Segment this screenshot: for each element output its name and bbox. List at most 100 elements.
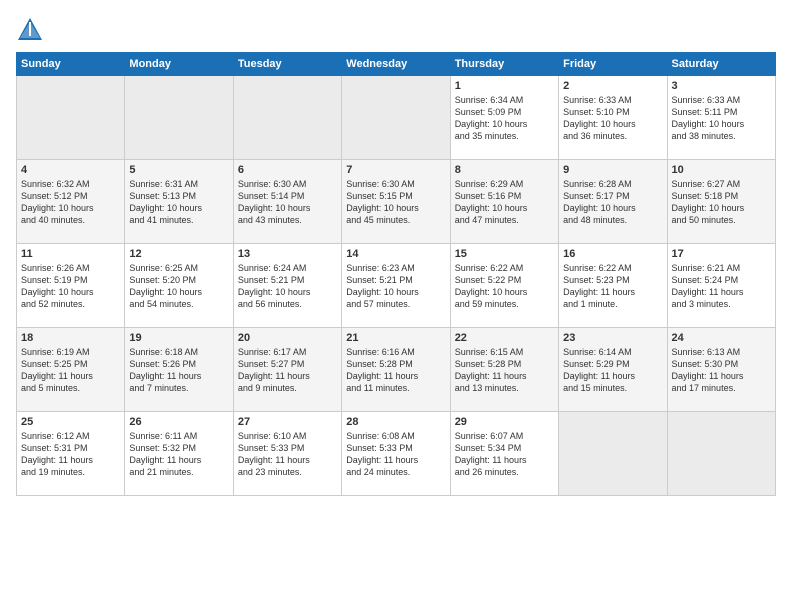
day-number: 15 (455, 248, 554, 260)
header-cell-monday: Monday (125, 53, 233, 76)
calendar-cell: 6 Sunrise: 6:30 AM Sunset: 5:14 PM Daylig… (233, 160, 341, 244)
page: SundayMondayTuesdayWednesdayThursdayFrid… (0, 0, 792, 612)
calendar-cell: 16 Sunrise: 6:22 AM Sunset: 5:23 PM Dayli… (559, 244, 667, 328)
calendar-cell: 7 Sunrise: 6:30 AM Sunset: 5:15 PM Daylig… (342, 160, 450, 244)
cell-info: Sunrise: 6:22 AM Sunset: 5:23 PM Dayligh… (563, 262, 662, 311)
calendar-cell: 4 Sunrise: 6:32 AM Sunset: 5:12 PM Daylig… (17, 160, 125, 244)
cell-info: Sunrise: 6:08 AM Sunset: 5:33 PM Dayligh… (346, 430, 445, 479)
calendar-cell (667, 412, 775, 496)
calendar-cell: 24 Sunrise: 6:13 AM Sunset: 5:30 PM Dayli… (667, 328, 775, 412)
cell-info: Sunrise: 6:32 AM Sunset: 5:12 PM Dayligh… (21, 178, 120, 227)
day-number: 28 (346, 416, 445, 428)
day-number: 12 (129, 248, 228, 260)
day-number: 19 (129, 332, 228, 344)
header-cell-wednesday: Wednesday (342, 53, 450, 76)
header-cell-sunday: Sunday (17, 53, 125, 76)
day-number: 7 (346, 164, 445, 176)
day-number: 24 (672, 332, 771, 344)
header-cell-saturday: Saturday (667, 53, 775, 76)
day-number: 21 (346, 332, 445, 344)
day-number: 6 (238, 164, 337, 176)
calendar-cell: 3 Sunrise: 6:33 AM Sunset: 5:11 PM Daylig… (667, 76, 775, 160)
day-number: 13 (238, 248, 337, 260)
day-number: 22 (455, 332, 554, 344)
week-row-4: 18 Sunrise: 6:19 AM Sunset: 5:25 PM Dayli… (17, 328, 776, 412)
calendar-cell: 13 Sunrise: 6:24 AM Sunset: 5:21 PM Dayli… (233, 244, 341, 328)
calendar-cell: 5Sunrise: 6:31 AM Sunset: 5:13 PM Daylig… (125, 160, 233, 244)
calendar-cell (125, 76, 233, 160)
day-number: 25 (21, 416, 120, 428)
logo (16, 16, 48, 44)
day-number: 10 (672, 164, 771, 176)
day-number: 17 (672, 248, 771, 260)
cell-info: Sunrise: 6:10 AM Sunset: 5:33 PM Dayligh… (238, 430, 337, 479)
cell-info: Sunrise: 6:30 AM Sunset: 5:15 PM Dayligh… (346, 178, 445, 227)
day-number: 27 (238, 416, 337, 428)
calendar-cell (342, 76, 450, 160)
cell-info: Sunrise: 6:24 AM Sunset: 5:21 PM Dayligh… (238, 262, 337, 311)
calendar-cell (559, 412, 667, 496)
week-row-1: 1Sunrise: 6:34 AM Sunset: 5:09 PM Daylig… (17, 76, 776, 160)
cell-info: Sunrise: 6:18 AM Sunset: 5:26 PM Dayligh… (129, 346, 228, 395)
week-row-3: 11 Sunrise: 6:26 AM Sunset: 5:19 PM Dayli… (17, 244, 776, 328)
calendar-cell: 27 Sunrise: 6:10 AM Sunset: 5:33 PM Dayli… (233, 412, 341, 496)
day-number: 20 (238, 332, 337, 344)
day-number: 23 (563, 332, 662, 344)
calendar-table: SundayMondayTuesdayWednesdayThursdayFrid… (16, 52, 776, 496)
day-number: 16 (563, 248, 662, 260)
cell-info: Sunrise: 6:33 AM Sunset: 5:11 PM Dayligh… (672, 94, 771, 143)
week-row-5: 25 Sunrise: 6:12 AM Sunset: 5:31 PM Dayli… (17, 412, 776, 496)
day-number: 29 (455, 416, 554, 428)
cell-info: Sunrise: 6:16 AM Sunset: 5:28 PM Dayligh… (346, 346, 445, 395)
calendar-cell (17, 76, 125, 160)
calendar-cell: 1Sunrise: 6:34 AM Sunset: 5:09 PM Daylig… (450, 76, 558, 160)
header-cell-friday: Friday (559, 53, 667, 76)
day-number: 3 (672, 80, 771, 92)
cell-info: Sunrise: 6:12 AM Sunset: 5:31 PM Dayligh… (21, 430, 120, 479)
header-cell-tuesday: Tuesday (233, 53, 341, 76)
cell-info: Sunrise: 6:26 AM Sunset: 5:19 PM Dayligh… (21, 262, 120, 311)
cell-info: Sunrise: 6:15 AM Sunset: 5:28 PM Dayligh… (455, 346, 554, 395)
calendar-cell: 22 Sunrise: 6:15 AM Sunset: 5:28 PM Dayli… (450, 328, 558, 412)
cell-info: Sunrise: 6:14 AM Sunset: 5:29 PM Dayligh… (563, 346, 662, 395)
header-row: SundayMondayTuesdayWednesdayThursdayFrid… (17, 53, 776, 76)
cell-info: Sunrise: 6:07 AM Sunset: 5:34 PM Dayligh… (455, 430, 554, 479)
day-number: 26 (129, 416, 228, 428)
cell-info: Sunrise: 6:11 AM Sunset: 5:32 PM Dayligh… (129, 430, 228, 479)
day-number: 8 (455, 164, 554, 176)
day-number: 11 (21, 248, 120, 260)
calendar-cell: 11 Sunrise: 6:26 AM Sunset: 5:19 PM Dayli… (17, 244, 125, 328)
cell-info: Sunrise: 6:31 AM Sunset: 5:13 PM Dayligh… (129, 178, 228, 227)
calendar-cell: 2 Sunrise: 6:33 AM Sunset: 5:10 PM Daylig… (559, 76, 667, 160)
calendar-cell: 12 Sunrise: 6:25 AM Sunset: 5:20 PM Dayli… (125, 244, 233, 328)
cell-info: Sunrise: 6:25 AM Sunset: 5:20 PM Dayligh… (129, 262, 228, 311)
cell-info: Sunrise: 6:30 AM Sunset: 5:14 PM Dayligh… (238, 178, 337, 227)
day-number: 4 (21, 164, 120, 176)
calendar-cell: 19 Sunrise: 6:18 AM Sunset: 5:26 PM Dayli… (125, 328, 233, 412)
day-number: 18 (21, 332, 120, 344)
day-number: 2 (563, 80, 662, 92)
cell-info: Sunrise: 6:23 AM Sunset: 5:21 PM Dayligh… (346, 262, 445, 311)
cell-info: Sunrise: 6:34 AM Sunset: 5:09 PM Dayligh… (455, 94, 554, 143)
cell-info: Sunrise: 6:22 AM Sunset: 5:22 PM Dayligh… (455, 262, 554, 311)
cell-info: Sunrise: 6:13 AM Sunset: 5:30 PM Dayligh… (672, 346, 771, 395)
cell-info: Sunrise: 6:19 AM Sunset: 5:25 PM Dayligh… (21, 346, 120, 395)
cell-info: Sunrise: 6:29 AM Sunset: 5:16 PM Dayligh… (455, 178, 554, 227)
logo-icon (16, 16, 44, 44)
day-number: 9 (563, 164, 662, 176)
week-row-2: 4 Sunrise: 6:32 AM Sunset: 5:12 PM Daylig… (17, 160, 776, 244)
calendar-cell: 26 Sunrise: 6:11 AM Sunset: 5:32 PM Dayli… (125, 412, 233, 496)
calendar-cell: 15 Sunrise: 6:22 AM Sunset: 5:22 PM Dayli… (450, 244, 558, 328)
cell-info: Sunrise: 6:27 AM Sunset: 5:18 PM Dayligh… (672, 178, 771, 227)
calendar-cell (233, 76, 341, 160)
calendar-cell: 28 Sunrise: 6:08 AM Sunset: 5:33 PM Dayli… (342, 412, 450, 496)
calendar-cell: 14 Sunrise: 6:23 AM Sunset: 5:21 PM Dayli… (342, 244, 450, 328)
calendar-cell: 18 Sunrise: 6:19 AM Sunset: 5:25 PM Dayli… (17, 328, 125, 412)
calendar-cell: 20Sunrise: 6:17 AM Sunset: 5:27 PM Dayli… (233, 328, 341, 412)
cell-info: Sunrise: 6:33 AM Sunset: 5:10 PM Dayligh… (563, 94, 662, 143)
cell-info: Sunrise: 6:21 AM Sunset: 5:24 PM Dayligh… (672, 262, 771, 311)
calendar-cell: 23 Sunrise: 6:14 AM Sunset: 5:29 PM Dayli… (559, 328, 667, 412)
calendar-cell: 8 Sunrise: 6:29 AM Sunset: 5:16 PM Daylig… (450, 160, 558, 244)
day-number: 14 (346, 248, 445, 260)
calendar-cell: 17 Sunrise: 6:21 AM Sunset: 5:24 PM Dayli… (667, 244, 775, 328)
